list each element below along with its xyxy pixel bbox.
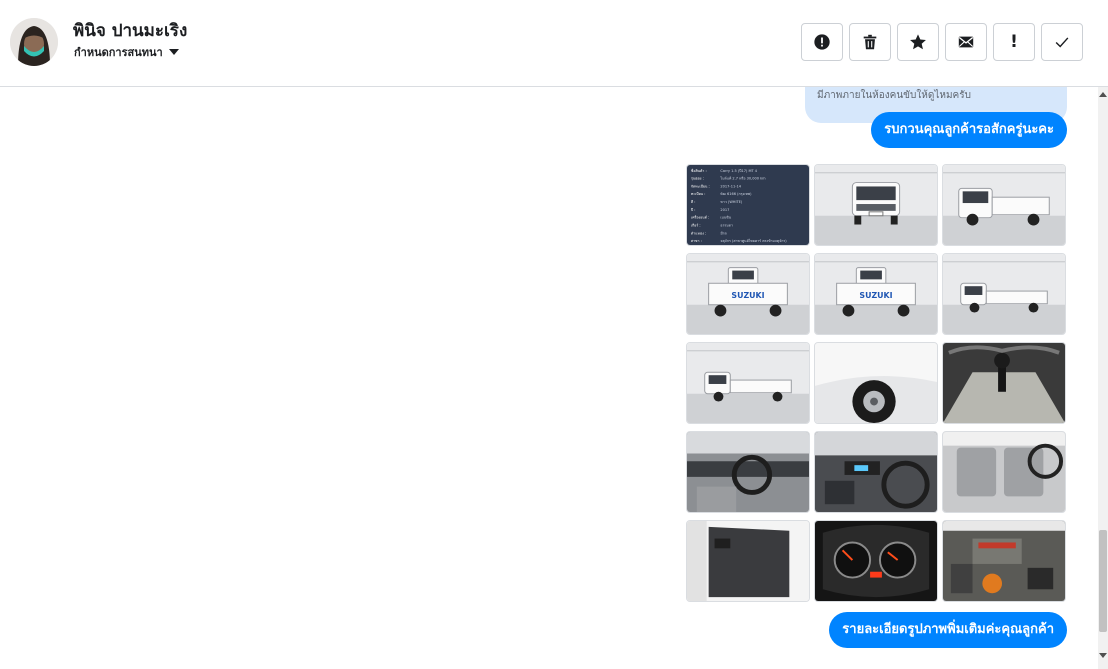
- svg-text:สาขา :: สาขา :: [691, 239, 702, 243]
- svg-text:เกียร์ :: เกียร์ :: [691, 222, 701, 227]
- photo-truck-rear-three-quarter-left-image: SUZUKI: [687, 254, 809, 334]
- svg-text:2017-11-14: 2017-11-14: [720, 184, 741, 188]
- photo-truck-front-three-quarter-image: [943, 165, 1065, 245]
- photo-truck-side-right[interactable]: [942, 253, 1066, 335]
- svg-text:Carry 1.5 (ปี17) MT 4: Carry 1.5 (ปี17) MT 4: [720, 168, 757, 173]
- photo-dashboard-driver[interactable]: [686, 431, 810, 513]
- scroll-down-arrow-icon[interactable]: [1099, 653, 1107, 658]
- svg-text:ตำแหน่ง :: ตำแหน่ง :: [691, 231, 706, 235]
- spam-button[interactable]: [801, 23, 843, 61]
- photo-engine-bay[interactable]: [942, 520, 1066, 602]
- contact-name: พินิจ ปานมะเริง: [73, 21, 188, 41]
- star-button[interactable]: [897, 23, 939, 61]
- svg-text:2017: 2017: [720, 208, 729, 212]
- scrollbar[interactable]: [1098, 87, 1108, 669]
- trash-icon: [863, 34, 877, 50]
- mark-unread-button[interactable]: [945, 23, 987, 61]
- photo-truck-side-right-image: [943, 254, 1065, 334]
- svg-text:สี :: สี :: [691, 199, 695, 204]
- photo-seats[interactable]: [942, 431, 1066, 513]
- photo-truck-rear-three-quarter-right-image: SUZUKI: [815, 254, 937, 334]
- star-icon: [910, 34, 926, 50]
- photo-center-console-image: [815, 432, 937, 512]
- assign-conversation-label: กำหนดการสนทนา: [74, 46, 163, 59]
- svg-text:มีรถ: มีรถ: [720, 230, 726, 235]
- avatar-image: [10, 18, 58, 66]
- done-button[interactable]: [1041, 23, 1083, 61]
- avatar[interactable]: [10, 18, 58, 66]
- svg-text:เครื่องยนต์ :: เครื่องยนต์ :: [691, 215, 709, 220]
- conversation-toolbar: !: [801, 23, 1083, 61]
- photo-center-console[interactable]: [814, 431, 938, 513]
- photo-dashboard-driver-image: [687, 432, 809, 512]
- photo-truck-side-left-image: [687, 343, 809, 423]
- photo-spec-sheet-image: ชื่อสินค้า : Carry 1.5 (ปี17) MT 4รุ่นย่อ…: [687, 165, 809, 245]
- photo-attachment-grid: ชื่อสินค้า : Carry 1.5 (ปี17) MT 4 รุ่นย่อ…: [686, 164, 1067, 602]
- photo-truck-rear-three-quarter-left[interactable]: SUZUKI: [686, 253, 810, 335]
- photo-gear-shifter-image: [943, 343, 1065, 423]
- svg-text:SUZUKI: SUZUKI: [731, 291, 764, 300]
- photo-seats-image: [943, 432, 1065, 512]
- envelope-icon: [958, 36, 974, 48]
- photo-truck-front-image: [815, 165, 937, 245]
- caret-down-icon: [168, 49, 179, 55]
- photo-door-panel[interactable]: [686, 520, 810, 602]
- photo-instrument-cluster[interactable]: [814, 520, 938, 602]
- scrollbar-thumb[interactable]: [1099, 530, 1107, 632]
- photo-truck-front-three-quarter[interactable]: [942, 164, 1066, 246]
- svg-text:SUZUKI: SUZUKI: [859, 291, 892, 300]
- svg-text:ทะเบียน :: ทะเบียน :: [691, 191, 705, 196]
- photo-gear-shifter[interactable]: [942, 342, 1066, 424]
- assign-conversation-dropdown[interactable]: กำหนดการสนทนา: [74, 43, 179, 61]
- photo-engine-bay-image: [943, 521, 1065, 601]
- message-bubble-outgoing[interactable]: รบกวนคุณลูกค้ารอสักครู่นะคะ: [871, 112, 1067, 148]
- svg-text:เบนซิน: เบนซิน: [720, 216, 731, 220]
- scroll-up-arrow-icon[interactable]: [1099, 92, 1107, 97]
- important-button[interactable]: !: [993, 23, 1035, 61]
- photo-front-wheel[interactable]: [814, 342, 938, 424]
- photo-instrument-cluster-image: [815, 521, 937, 601]
- photo-spec-sheet[interactable]: ชื่อสินค้า : Carry 1.5 (ปี17) MT 4 รุ่นย่อ…: [686, 164, 810, 246]
- svg-text:ชื่อสินค้า :: ชื่อสินค้า :: [691, 168, 707, 173]
- message-bubble-outgoing[interactable]: รายละเอียดรูปภาพพิ่มเติมค่ะคุณลูกค้า: [829, 612, 1067, 648]
- svg-text:ธรรมดา: ธรรมดา: [720, 223, 733, 227]
- exclamation-icon: !: [1010, 31, 1018, 52]
- message-thread[interactable]: มีภาพภายในห้องคนขับให้ดูไหมครับ รบกวนคุณ…: [0, 87, 1098, 669]
- photo-truck-side-left[interactable]: [686, 342, 810, 424]
- photo-truck-front[interactable]: [814, 164, 938, 246]
- svg-text:จัดทะเบียน :: จัดทะเบียน :: [691, 183, 710, 188]
- photo-front-wheel-image: [815, 343, 937, 423]
- conversation-header: พินิจ ปานมะเริง กำหนดการสนทนา !: [0, 0, 1108, 87]
- svg-text:ปี :: ปี :: [691, 207, 696, 212]
- alert-circle-icon: [814, 34, 830, 50]
- photo-truck-rear-three-quarter-right[interactable]: SUZUKI: [814, 253, 938, 335]
- photo-door-panel-image: [687, 521, 809, 601]
- svg-text:ไมล์แท้ 2.7 หรือ 30,000 km: ไมล์แท้ 2.7 หรือ 30,000 km: [719, 176, 766, 181]
- delete-button[interactable]: [849, 23, 891, 61]
- checkmark-icon: [1055, 37, 1069, 48]
- svg-text:ขาว (WHITE): ขาว (WHITE): [720, 200, 742, 204]
